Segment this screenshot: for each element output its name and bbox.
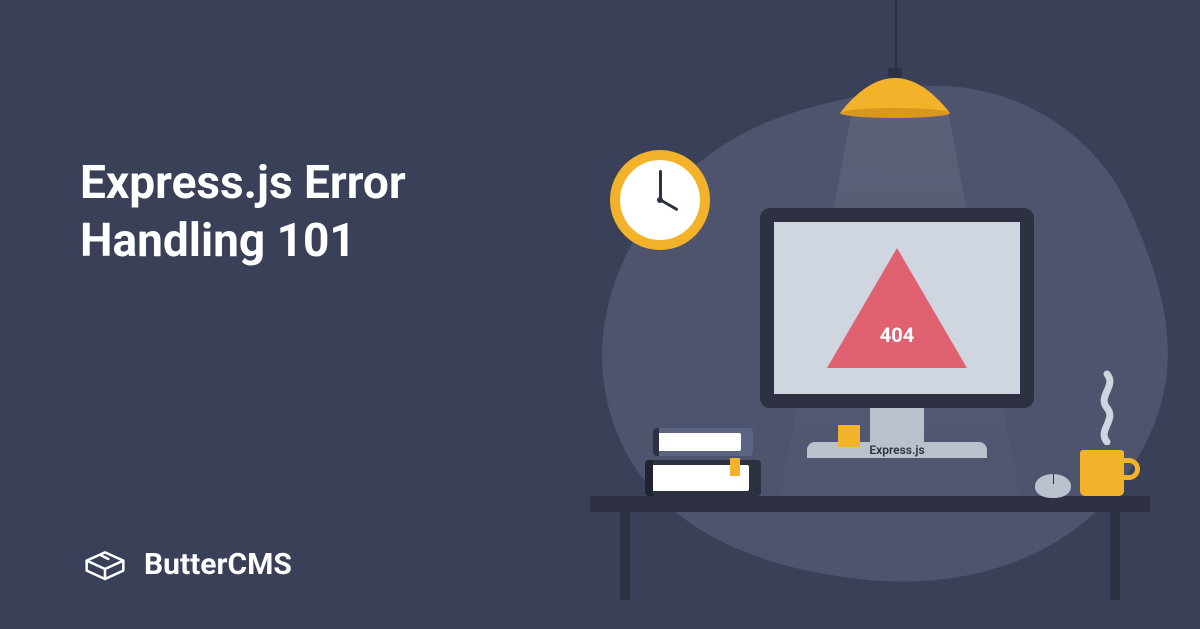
desk-leg xyxy=(620,510,630,600)
hero-title: Express.js Error Handling 101 xyxy=(80,155,406,270)
brand-name: ButterCMS xyxy=(144,547,292,582)
error-code: 404 xyxy=(862,323,932,347)
sticky-note-icon xyxy=(838,425,860,447)
title-line-2: Handling 101 xyxy=(80,214,356,268)
monitor-icon: 404 Express.js xyxy=(760,208,1034,458)
clock-icon xyxy=(610,150,710,250)
desk-surface xyxy=(590,496,1150,512)
lamp-icon xyxy=(830,68,960,118)
title-line-1: Express.js Error xyxy=(80,156,406,210)
monitor-screen: 404 xyxy=(774,222,1020,394)
illustration-scene: 404 Express.js xyxy=(520,0,1180,629)
coffee-mug-icon xyxy=(1080,450,1124,496)
warning-triangle-icon: 404 xyxy=(827,248,967,368)
lamp-cord xyxy=(895,0,897,75)
brand-logo: ButterCMS xyxy=(80,544,292,584)
books-icon xyxy=(645,428,765,496)
desk-leg xyxy=(1110,510,1120,600)
mouse-icon xyxy=(1035,474,1071,498)
monitor-label: Express.js xyxy=(807,442,987,458)
steam-icon xyxy=(1092,370,1122,445)
butter-icon xyxy=(80,544,130,584)
